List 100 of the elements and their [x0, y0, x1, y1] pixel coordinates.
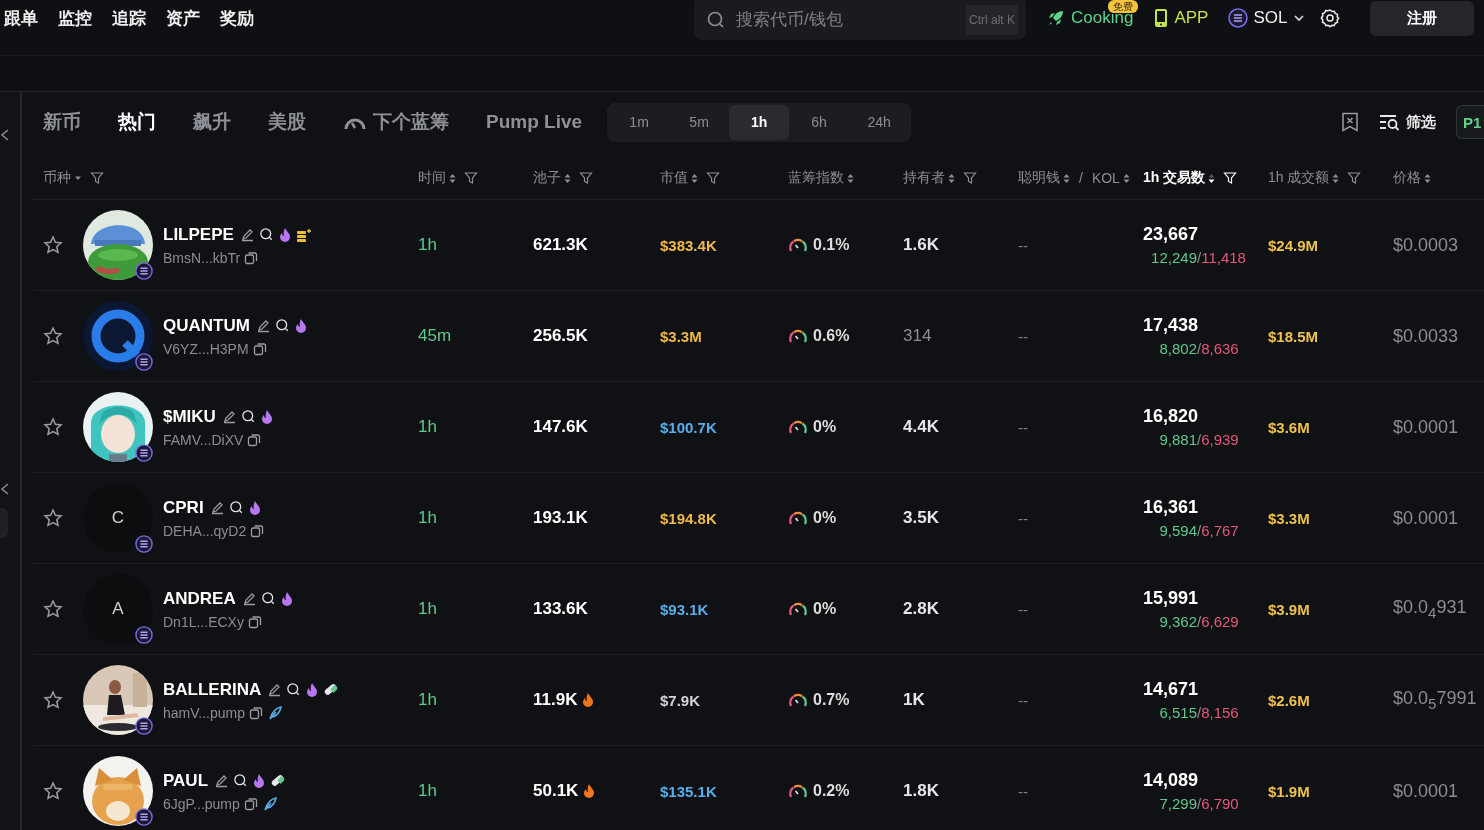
- sort-icon[interactable]: [1208, 172, 1216, 184]
- token-name[interactable]: $MIKU: [163, 406, 216, 427]
- filter-icon[interactable]: [963, 171, 977, 185]
- sort-icon[interactable]: [948, 172, 955, 184]
- tab[interactable]: 飙升: [193, 109, 231, 135]
- column-header[interactable]: 市值: [660, 169, 688, 187]
- nav-link[interactable]: 资产: [166, 7, 200, 30]
- pencil-icon[interactable]: [239, 227, 255, 242]
- sell-count: 6,790: [1201, 795, 1239, 812]
- column-header[interactable]: KOL: [1091, 170, 1120, 186]
- sell-count: 6,629: [1201, 613, 1239, 630]
- star-icon[interactable]: [43, 690, 63, 710]
- column-header[interactable]: 时间: [418, 169, 446, 187]
- column-header[interactable]: 蓝筹指数: [788, 169, 844, 187]
- pencil-icon[interactable]: [255, 318, 271, 333]
- settings-icon[interactable]: [1320, 8, 1341, 28]
- column-header[interactable]: 价格: [1393, 169, 1421, 187]
- token-name[interactable]: ANDREA: [163, 588, 236, 609]
- pencil-icon[interactable]: [267, 682, 283, 697]
- token-name[interactable]: CPRI: [163, 497, 204, 518]
- smart-money-value: --: [1018, 236, 1028, 254]
- copy-icon[interactable]: [252, 341, 267, 356]
- sort-icon[interactable]: [449, 172, 456, 184]
- nav-link[interactable]: 追踪: [112, 7, 146, 30]
- separator: /: [1197, 795, 1202, 812]
- filter-icon[interactable]: [706, 171, 720, 185]
- market-cap: $7.9K: [660, 691, 701, 709]
- filter-icon[interactable]: [579, 171, 593, 185]
- token-name[interactable]: LILPEPE: [163, 224, 234, 245]
- feather-icon[interactable]: [261, 795, 278, 812]
- token-address: 6JgP...pump: [163, 795, 240, 812]
- age-text: 1h: [418, 235, 437, 255]
- sort-icon[interactable]: [564, 172, 571, 184]
- search-icon: [286, 682, 302, 697]
- separator: /: [1197, 522, 1202, 539]
- pencil-icon[interactable]: [214, 773, 229, 788]
- tab[interactable]: 下个蓝筹: [343, 109, 449, 135]
- copy-icon[interactable]: [243, 796, 258, 811]
- column-header[interactable]: 1h 成交额: [1268, 169, 1330, 187]
- tab[interactable]: 热门: [118, 109, 156, 135]
- copy-icon[interactable]: [247, 614, 262, 629]
- sort-icon[interactable]: [1122, 172, 1130, 184]
- chain-icon: [135, 353, 153, 371]
- signup-button[interactable]: 注册: [1370, 0, 1475, 36]
- filter-button[interactable]: 筛选: [1379, 112, 1436, 132]
- timeframe-option[interactable]: 5m: [669, 104, 730, 140]
- copy-icon[interactable]: [250, 523, 265, 538]
- separator: /: [1079, 170, 1083, 186]
- star-icon[interactable]: [43, 235, 63, 255]
- filter-icon[interactable]: [90, 171, 104, 185]
- column-header[interactable]: 池子: [533, 169, 561, 187]
- pencil-icon[interactable]: [221, 409, 237, 424]
- caret-icon[interactable]: [74, 174, 82, 182]
- bookmark-icon[interactable]: [1341, 112, 1359, 132]
- pencil-icon[interactable]: [209, 500, 225, 515]
- timeframe-option[interactable]: 24h: [849, 104, 910, 140]
- feather-icon[interactable]: [267, 704, 283, 721]
- tab[interactable]: 新币: [43, 109, 81, 135]
- copy-icon[interactable]: [244, 250, 259, 265]
- nav-link[interactable]: 监控: [58, 7, 92, 30]
- column-header[interactable]: 币种: [43, 169, 71, 187]
- star-icon[interactable]: [43, 326, 63, 346]
- column-header[interactable]: 聪明钱: [1018, 169, 1060, 187]
- sort-icon[interactable]: [847, 172, 854, 184]
- star-icon[interactable]: [43, 417, 63, 437]
- filter-icon[interactable]: [1347, 171, 1362, 185]
- search-input[interactable]: 搜索代币/钱包: [734, 9, 958, 31]
- column-header[interactable]: 持有者: [903, 169, 945, 187]
- nav-link[interactable]: 奖励: [220, 7, 254, 30]
- flame-icon: [247, 499, 262, 516]
- token-name[interactable]: QUANTUM: [163, 315, 250, 336]
- preset-button[interactable]: P1: [1456, 105, 1484, 139]
- timeframe-option[interactable]: 6h: [789, 104, 850, 140]
- copy-icon[interactable]: [247, 432, 262, 447]
- sort-icon[interactable]: [1424, 172, 1431, 184]
- column-header[interactable]: 1h 交易数: [1143, 169, 1206, 187]
- tab[interactable]: Pump Live: [486, 111, 583, 133]
- star-icon[interactable]: [43, 781, 63, 801]
- pool-value: 133.6K: [533, 599, 588, 619]
- nav-link[interactable]: 跟单: [4, 7, 38, 30]
- price-value: $0.0033: [1393, 325, 1459, 347]
- filter-icon[interactable]: [464, 171, 478, 185]
- timeframe-option[interactable]: 1m: [609, 104, 670, 140]
- chevron-left-icon[interactable]: [0, 128, 10, 142]
- copy-icon[interactable]: [249, 705, 263, 720]
- chevron-left-icon[interactable]: [0, 482, 10, 496]
- sort-icon[interactable]: [691, 172, 698, 184]
- pencil-icon[interactable]: [241, 591, 257, 606]
- tab[interactable]: 美股: [268, 109, 306, 135]
- pool-value: 50.1K: [533, 781, 579, 801]
- sort-icon[interactable]: [1332, 172, 1340, 184]
- star-icon[interactable]: [43, 599, 63, 619]
- token-name[interactable]: PAUL: [163, 770, 208, 791]
- timeframe-option[interactable]: 1h: [729, 104, 790, 140]
- sort-icon[interactable]: [1063, 172, 1070, 184]
- star-icon[interactable]: [43, 508, 63, 528]
- chain-selector[interactable]: SOL: [1228, 8, 1307, 28]
- app-link[interactable]: APP: [1153, 8, 1209, 28]
- token-name[interactable]: BALLERINA: [163, 679, 262, 700]
- sell-count: 8,636: [1201, 340, 1239, 357]
